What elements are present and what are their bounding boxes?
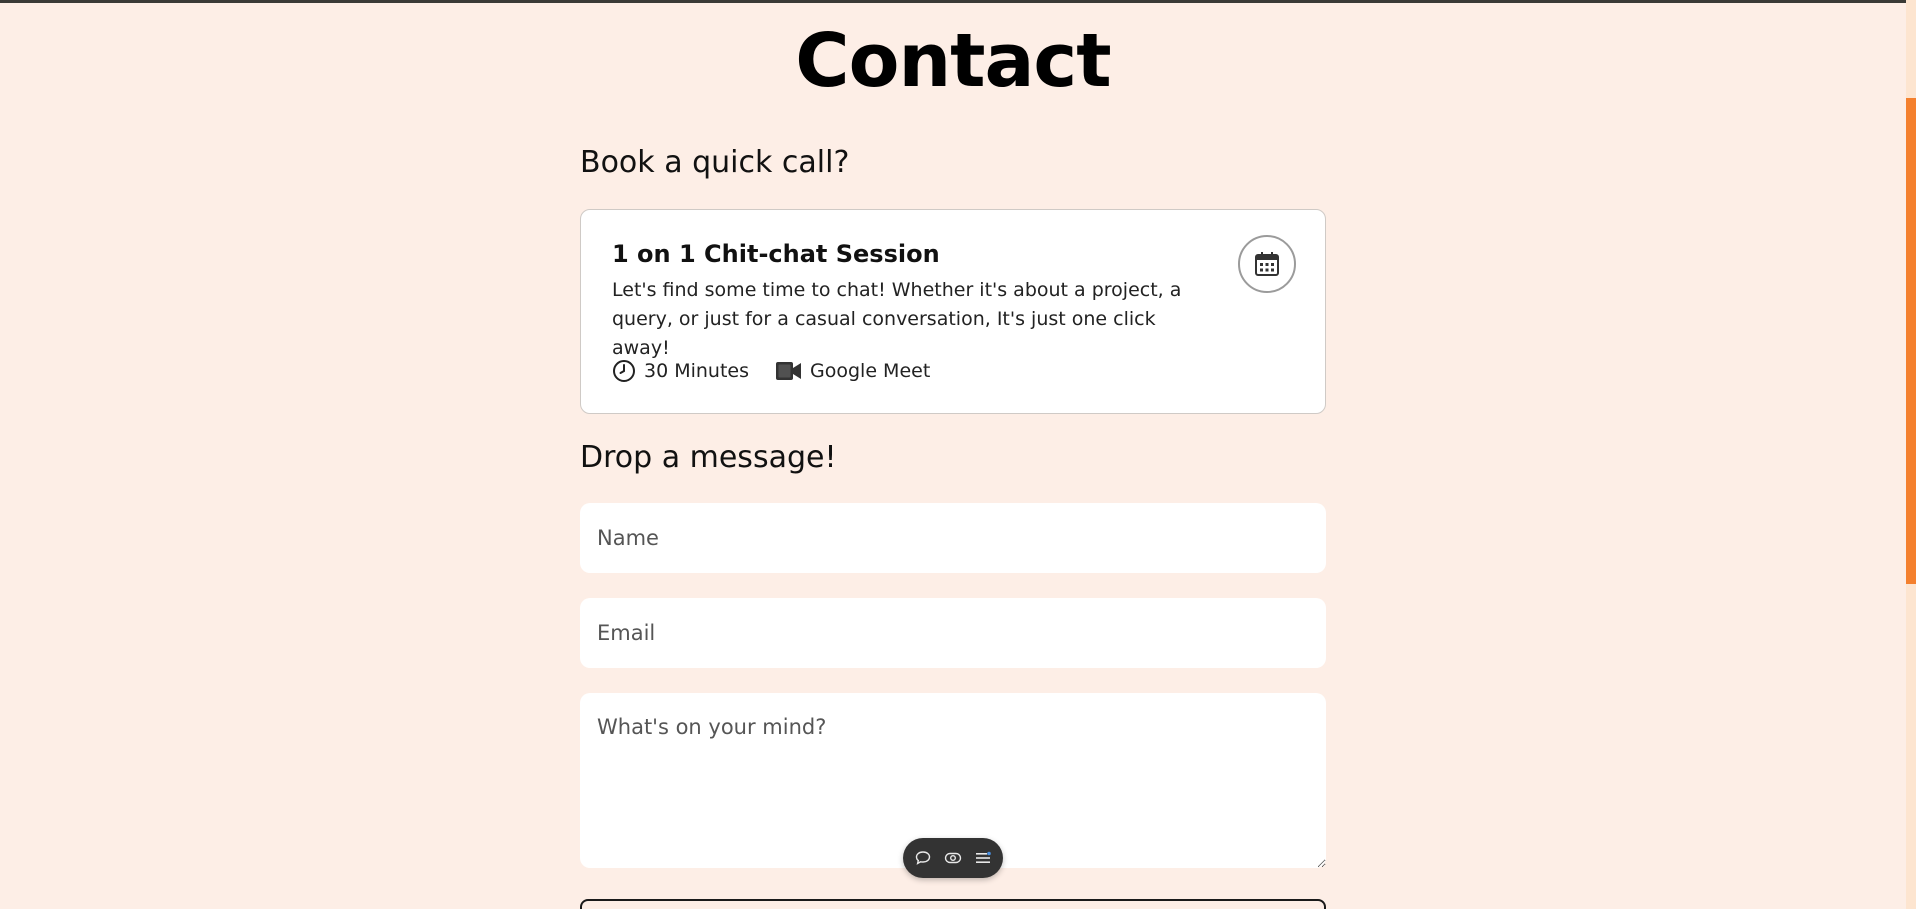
- chat-session-card[interactable]: 1 on 1 Chit-chat Session Let's find some…: [580, 209, 1326, 414]
- contact-page: Contact Book a quick call? 1 on 1 Chit-c…: [0, 0, 1916, 909]
- comment-button[interactable]: [913, 848, 933, 868]
- page-title: Contact: [795, 18, 1111, 104]
- email-input[interactable]: [580, 598, 1326, 668]
- scrollbar-thumb[interactable]: [1906, 98, 1916, 584]
- video-camera-icon: [776, 362, 802, 380]
- visibility-toggle-button[interactable]: [943, 848, 963, 868]
- clock-icon: [613, 360, 635, 382]
- platform-info: Google Meet: [775, 360, 930, 382]
- comment-icon: [915, 851, 931, 865]
- book-call-heading: Book a quick call?: [580, 145, 850, 180]
- session-title: 1 on 1 Chit-chat Session: [612, 240, 940, 268]
- drop-message-heading: Drop a message!: [580, 440, 837, 475]
- session-meta: 30 Minutes Google Meet: [612, 359, 956, 383]
- menu-icon: [976, 851, 991, 863]
- duration-info: 30 Minutes: [612, 359, 749, 383]
- page-scrollbar[interactable]: [1906, 0, 1916, 909]
- session-description: Let's find some time to chat! Whether it…: [612, 279, 1182, 359]
- eye-toggle-icon: [944, 852, 962, 864]
- duration-label: 30 Minutes: [644, 360, 750, 382]
- name-input[interactable]: [580, 503, 1326, 573]
- menu-button[interactable]: [973, 848, 993, 868]
- calendar-icon: [1255, 252, 1279, 276]
- platform-label: Google Meet: [810, 360, 931, 382]
- floating-toolbar: [903, 838, 1003, 878]
- calendar-button[interactable]: [1238, 235, 1296, 293]
- submit-button[interactable]: [580, 899, 1326, 909]
- top-border: [0, 0, 1916, 3]
